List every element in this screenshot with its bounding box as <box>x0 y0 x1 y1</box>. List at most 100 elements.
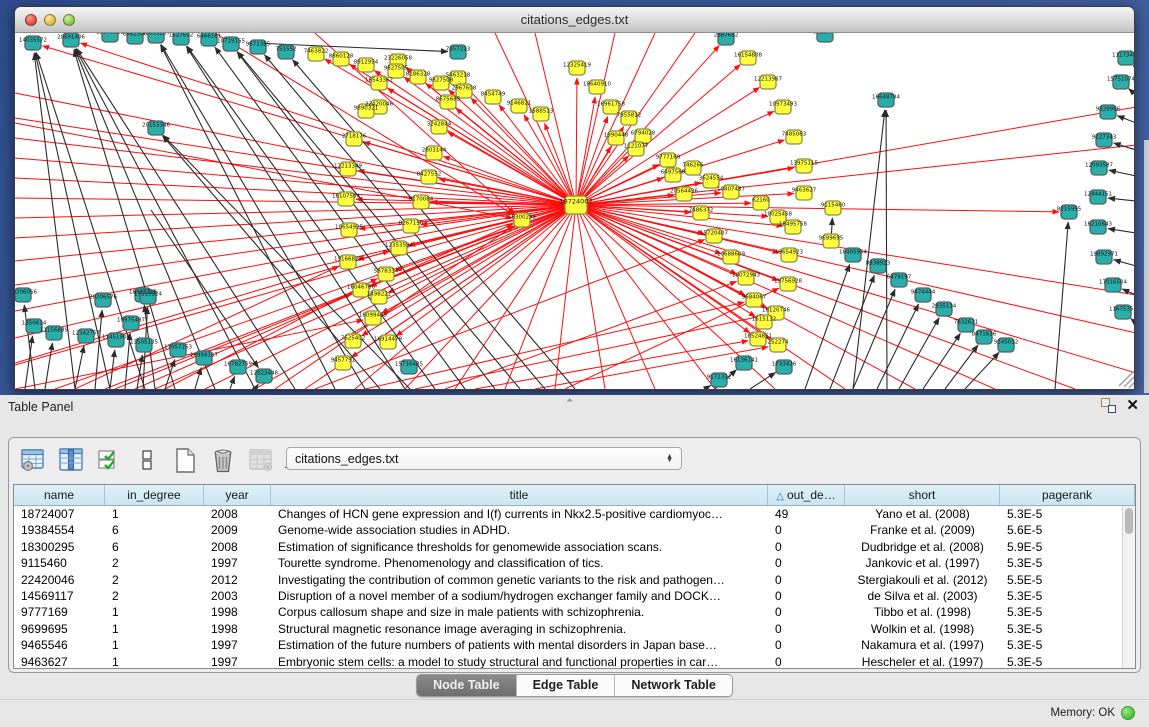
close-panel-icon[interactable]: ✕ <box>1126 398 1139 413</box>
cell[interactable]: 1 <box>105 637 204 653</box>
table-selector[interactable]: citations_edges.txt ▲▼ <box>286 447 682 470</box>
cell[interactable]: 6 <box>105 539 204 555</box>
cell[interactable]: 5.9E-5 <box>1000 539 1135 555</box>
select-rows-checks-icon[interactable] <box>95 447 122 474</box>
row-height-icon[interactable] <box>133 447 160 474</box>
cell[interactable]: 2 <box>105 588 204 604</box>
column-header-name[interactable]: name <box>14 485 105 505</box>
cell[interactable]: 1997 <box>204 637 271 653</box>
cell[interactable]: 0 <box>768 588 845 604</box>
cell[interactable]: Estimation of the future numbers of pati… <box>271 637 768 653</box>
cell[interactable]: Investigating the contribution of common… <box>271 572 768 588</box>
cell[interactable]: 0 <box>768 621 845 637</box>
cell[interactable]: Wolkin et al. (1998) <box>845 621 1000 637</box>
table-row[interactable]: 1830029562008Estimation of significance … <box>14 539 1135 555</box>
tab-network-table[interactable]: Network Table <box>614 675 732 696</box>
cell[interactable]: Corpus callosum shape and size in male p… <box>271 604 768 620</box>
cell[interactable]: 9465546 <box>14 637 105 653</box>
column-header-pagerank[interactable]: pagerank <box>1000 485 1135 505</box>
cell[interactable]: 2003 <box>204 588 271 604</box>
citation-network-graph[interactable]: 1872400714035572206914061920352285623061… <box>15 33 1134 389</box>
cell[interactable]: 0 <box>768 572 845 588</box>
cell[interactable]: 2 <box>105 572 204 588</box>
window-titlebar[interactable]: citations_edges.txt <box>15 7 1134 33</box>
table-row[interactable]: 2242004622012Investigating the contribut… <box>14 572 1135 588</box>
cell[interactable]: Tibbo et al. (1998) <box>845 604 1000 620</box>
cell[interactable]: 2009 <box>204 522 271 538</box>
cell[interactable]: Structural magnetic resonance image aver… <box>271 621 768 637</box>
cell[interactable]: 49 <box>768 506 845 522</box>
table-row[interactable]: 1938455462009Genome-wide association stu… <box>14 522 1135 538</box>
table-row[interactable]: 911546021997Tourette syndrome. Phenomeno… <box>14 555 1135 571</box>
cell[interactable]: 5.6E-5 <box>1000 522 1135 538</box>
cell[interactable]: 19384554 <box>14 522 105 538</box>
cell[interactable]: Stergiakouli et al. (2012) <box>845 572 1000 588</box>
tab-edge-table[interactable]: Edge Table <box>516 675 615 696</box>
cell[interactable]: 5.3E-5 <box>1000 637 1135 653</box>
cell[interactable]: 0 <box>768 637 845 653</box>
cell[interactable]: 6 <box>105 522 204 538</box>
cell[interactable]: 18300295 <box>14 539 105 555</box>
resize-grip-icon[interactable] <box>1129 383 1134 388</box>
cell[interactable]: 14569117 <box>14 588 105 604</box>
table-row[interactable]: 946554611997Estimation of the future num… <box>14 637 1135 653</box>
cell[interactable]: 1997 <box>204 555 271 571</box>
network-view-window[interactable]: citations_edges.txt 18724007140355722069… <box>14 6 1135 390</box>
cell[interactable]: 9463627 <box>14 654 105 669</box>
column-header-title[interactable]: title <box>271 485 768 505</box>
cell[interactable]: 5.3E-5 <box>1000 506 1135 522</box>
new-document-icon[interactable] <box>171 447 198 474</box>
cell[interactable]: 1 <box>105 621 204 637</box>
table-row[interactable]: 977716911998Corpus callosum shape and si… <box>14 604 1135 620</box>
cell[interactable]: 2008 <box>204 506 271 522</box>
table-row[interactable]: 969969511998Structural magnetic resonanc… <box>14 621 1135 637</box>
cell[interactable]: 22420046 <box>14 572 105 588</box>
cell[interactable]: 5.3E-5 <box>1000 555 1135 571</box>
scrollbar-thumb[interactable] <box>1125 508 1133 534</box>
column-header-out_de[interactable]: △out_de… <box>768 485 845 505</box>
cell[interactable]: 1 <box>105 604 204 620</box>
select-columns-icon[interactable] <box>57 447 84 474</box>
cell[interactable]: 5.3E-5 <box>1000 621 1135 637</box>
column-header-year[interactable]: year <box>204 485 271 505</box>
cell[interactable]: Dudbridge et al. (2008) <box>845 539 1000 555</box>
cell[interactable]: 9115460 <box>14 555 105 571</box>
cell[interactable]: de Silva et al. (2003) <box>845 588 1000 604</box>
cell[interactable]: 18724007 <box>14 506 105 522</box>
cell[interactable]: 0 <box>768 539 845 555</box>
cell[interactable]: 1 <box>105 654 204 669</box>
resize-grip-icon[interactable] <box>1124 377 1134 387</box>
cell[interactable]: 0 <box>768 555 845 571</box>
cell[interactable]: Genome-wide association studies in ADHD. <box>271 522 768 538</box>
cell[interactable]: Yano et al. (2008) <box>845 506 1000 522</box>
cell[interactable]: Franke et al. (2009) <box>845 522 1000 538</box>
cell[interactable]: Changes of HCN gene expression and I(f) … <box>271 506 768 522</box>
cell[interactable]: 5.3E-5 <box>1000 588 1135 604</box>
attribute-table[interactable]: namein_degreeyeartitle△out_de…shortpager… <box>13 484 1136 669</box>
cell[interactable]: 2012 <box>204 572 271 588</box>
cell[interactable]: 0 <box>768 654 845 669</box>
cell[interactable]: Embryonic stem cells: a model to study s… <box>271 654 768 669</box>
network-canvas[interactable]: 1872400714035572206914061920352285623061… <box>15 33 1134 389</box>
cell[interactable]: Jankovic et al. (1997) <box>845 555 1000 571</box>
cell[interactable]: 2008 <box>204 539 271 555</box>
cell[interactable]: 5.3E-5 <box>1000 654 1135 669</box>
cell[interactable]: 5.5E-5 <box>1000 572 1135 588</box>
cell[interactable]: 2 <box>105 555 204 571</box>
cell[interactable]: Tourette syndrome. Phenomenology and cla… <box>271 555 768 571</box>
table-settings-icon[interactable] <box>19 447 46 474</box>
table-row[interactable]: 946362711997Embryonic stem cells: a mode… <box>14 654 1135 669</box>
table-row[interactable]: 1872400712008Changes of HCN gene express… <box>14 506 1135 522</box>
cell[interactable]: 0 <box>768 604 845 620</box>
float-window-icon[interactable] <box>1101 398 1116 413</box>
tab-node-table[interactable]: Node Table <box>417 675 515 696</box>
cell[interactable]: 1998 <box>204 621 271 637</box>
table-row[interactable]: 1456911722003Disruption of a novel membe… <box>14 588 1135 604</box>
splitter-handle-icon[interactable]: ⏶ <box>566 395 573 406</box>
cell[interactable]: 9777169 <box>14 604 105 620</box>
cell[interactable]: Estimation of significance thresholds fo… <box>271 539 768 555</box>
cell[interactable]: 1 <box>105 506 204 522</box>
cell[interactable]: 1998 <box>204 604 271 620</box>
column-header-short[interactable]: short <box>845 485 1000 505</box>
cell[interactable]: 9699695 <box>14 621 105 637</box>
